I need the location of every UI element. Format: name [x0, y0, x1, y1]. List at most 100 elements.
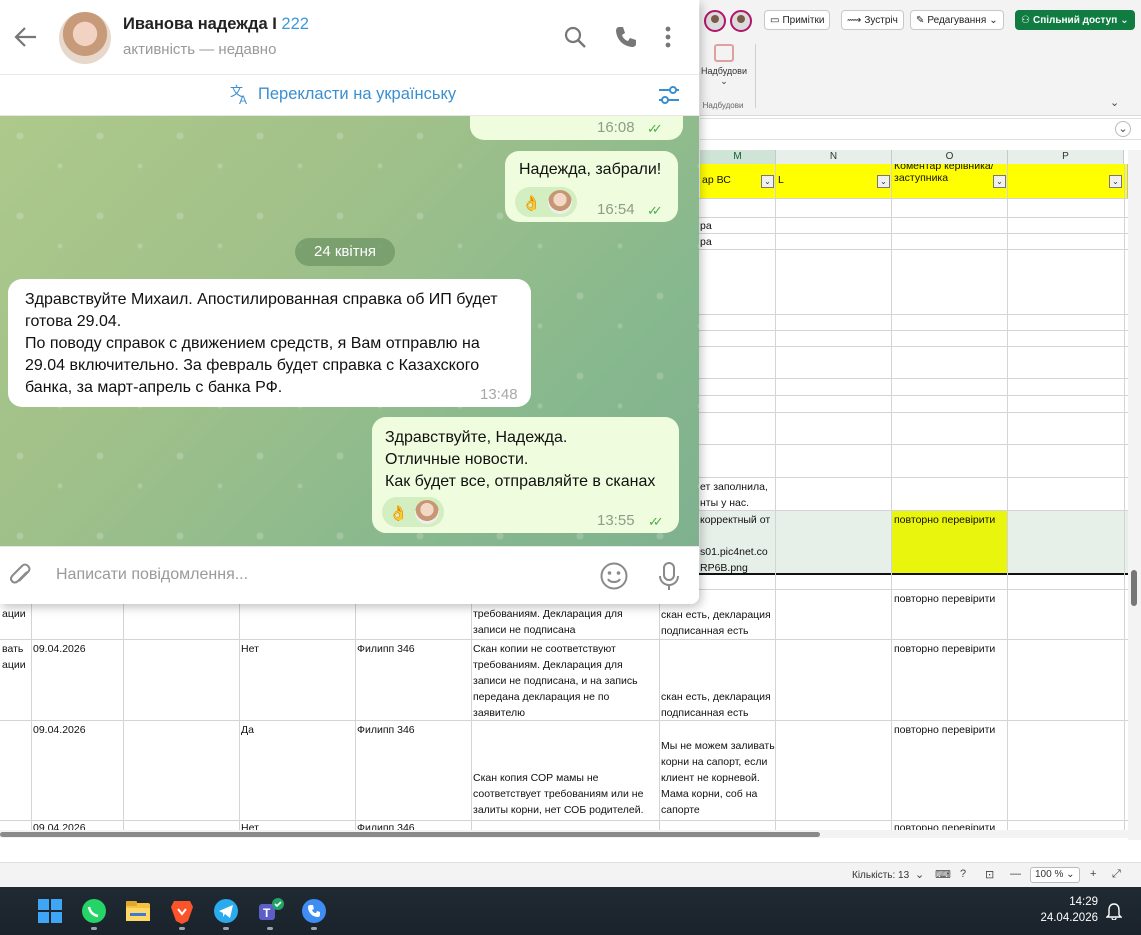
- ribbon-separator: [755, 44, 756, 108]
- whatsapp-icon[interactable]: [80, 897, 108, 925]
- telegram-icon[interactable]: [212, 897, 240, 925]
- chat-header: Иванова надежда I 222 активність — недав…: [0, 0, 699, 74]
- more-options-icon[interactable]: [663, 25, 673, 49]
- scrollbar-thumb[interactable]: [1131, 570, 1137, 606]
- clock-date[interactable]: 24.04.2026: [1040, 912, 1098, 924]
- contact-name[interactable]: Иванова надежда I 222: [123, 15, 309, 34]
- translate-bar: 文A Перекласти на українську: [0, 74, 699, 116]
- meeting-icon: ⟿: [847, 14, 862, 26]
- horizontal-scrollbar[interactable]: [0, 830, 1128, 838]
- cell-text: 09.04.2026: [33, 643, 86, 655]
- filter-dropdown-icon[interactable]: ⌄: [761, 175, 774, 188]
- read-checkmarks-icon: ✓✓: [647, 203, 663, 218]
- back-arrow-icon[interactable]: [14, 26, 38, 48]
- reaction-badge[interactable]: 👌: [382, 497, 444, 527]
- fit-icon[interactable]: ⤢: [1112, 868, 1121, 881]
- clock-time[interactable]: 14:29: [1060, 896, 1098, 908]
- message-bubble-outgoing[interactable]: 👌 16:08 ✓✓: [470, 116, 683, 140]
- chevron-down-icon: ⌄: [989, 14, 998, 26]
- cell-text: 09.04.2026: [33, 724, 86, 736]
- zoom-in-icon[interactable]: +: [1090, 868, 1096, 880]
- running-indicator: [267, 927, 273, 930]
- message-input[interactable]: [56, 559, 576, 591]
- microphone-icon[interactable]: [657, 561, 681, 591]
- emoji-icon[interactable]: [599, 561, 629, 591]
- filter-dropdown-icon[interactable]: ⌄: [877, 175, 890, 188]
- translate-button[interactable]: 文A Перекласти на українську: [230, 83, 456, 105]
- reactor-avatar: [548, 190, 572, 214]
- header-cell-o[interactable]: Коментар керівника/заступника: [892, 164, 1008, 198]
- view-icon[interactable]: ⊡: [985, 868, 994, 881]
- reactor-avatar: [415, 500, 439, 524]
- message-text: Надежда, забрали!: [519, 161, 662, 178]
- cell-text: вать: [2, 643, 24, 655]
- cell-text: Нет: [241, 822, 259, 830]
- addins-icon: [714, 44, 734, 62]
- meeting-button[interactable]: ⟿ Зустріч: [841, 10, 904, 30]
- zoom-select[interactable]: 100 % ⌄: [1030, 867, 1080, 883]
- editing-button[interactable]: ✎ Редагування ⌄: [910, 10, 1004, 30]
- cell-text: ра: [700, 220, 712, 232]
- read-checkmarks-icon: ✓✓: [648, 514, 664, 529]
- chevron-down-icon[interactable]: ⌄: [915, 868, 924, 881]
- message-bubble-outgoing[interactable]: Здравствуйте, Надежда. Отличные новости.…: [372, 417, 679, 533]
- collaborator-avatar[interactable]: [730, 10, 752, 32]
- svg-text:A: A: [239, 93, 247, 105]
- paperclip-icon[interactable]: [8, 563, 34, 589]
- cell-count: Кількість: 13: [852, 870, 910, 881]
- reaction-badge[interactable]: 👌: [515, 187, 577, 217]
- phone-icon[interactable]: [614, 25, 638, 49]
- column-header-n[interactable]: N: [776, 150, 892, 164]
- cell-text: Филипп 346: [357, 724, 415, 736]
- read-checkmarks-icon: ✓✓: [647, 121, 663, 136]
- filter-dropdown-icon[interactable]: ⌄: [1109, 175, 1122, 188]
- zoom-out-icon[interactable]: —: [1010, 868, 1021, 880]
- collaborator-avatar[interactable]: [704, 10, 726, 32]
- cell-text: Мы не можем заливать корни на сапорт, ес…: [661, 740, 775, 816]
- settings-sliders-icon[interactable]: [657, 83, 681, 107]
- windows-taskbar: T 14:29 24.04.2026: [0, 887, 1141, 935]
- cell-text: Филипп 346: [357, 643, 415, 655]
- running-indicator: [179, 927, 185, 930]
- keyboard-icon[interactable]: ⌨: [935, 868, 951, 881]
- contact-avatar[interactable]: [59, 12, 111, 64]
- cell-text: ации: [2, 659, 26, 671]
- cell-text: Нет: [241, 643, 259, 655]
- message-bubble-outgoing[interactable]: Надежда, забрали! 👌 16:54 ✓✓: [505, 151, 678, 222]
- windows-start-icon[interactable]: [36, 897, 64, 925]
- column-header-m[interactable]: M: [700, 150, 776, 164]
- date-divider: 24 квітня: [295, 238, 395, 266]
- formula-bar[interactable]: [700, 118, 1141, 140]
- filter-dropdown-icon[interactable]: ⌄: [993, 175, 1006, 188]
- message-bubble-incoming[interactable]: Здравствуйте Михаил. Апостилированная сп…: [8, 279, 531, 407]
- addins-button[interactable]: Надбудови ⌄: [700, 44, 748, 87]
- formula-expand-icon[interactable]: ⌄: [1115, 121, 1131, 137]
- column-header-o[interactable]: O: [892, 150, 1008, 164]
- file-explorer-icon[interactable]: [124, 897, 152, 925]
- excel-status-bar: Кількість: 13 ⌄ ⌨ ? ⊡ — 100 % ⌄ + ⤢: [0, 862, 1141, 887]
- cell-text: скан есть, декларация подписанная есть: [661, 691, 771, 719]
- svg-text:T: T: [263, 906, 271, 920]
- teams-icon[interactable]: T: [256, 897, 284, 925]
- cell-text: Да: [241, 724, 254, 736]
- cell-text: RP6B.png: [700, 562, 748, 574]
- message-time: 13:48: [480, 386, 518, 403]
- excel-ribbon-top: ▭ Примітки ⟿ Зустріч ✎ Редагування ⌄ ⚇ Спільн…: [700, 0, 1141, 40]
- help-icon[interactable]: ?: [960, 868, 966, 880]
- notes-button[interactable]: ▭ Примітки: [764, 10, 831, 30]
- cell-text: 09.04.2026: [33, 822, 86, 830]
- vertical-scrollbar[interactable]: [1128, 150, 1141, 840]
- cell-text: повторно перевірити: [894, 724, 996, 736]
- scrollbar-thumb[interactable]: [0, 832, 820, 837]
- ribbon-collapse-icon[interactable]: ⌄: [1110, 96, 1119, 109]
- cell-text: Филипп 346: [357, 822, 415, 830]
- notification-bell-icon[interactable]: [1106, 902, 1122, 920]
- header-cell-n[interactable]: L: [776, 164, 892, 198]
- phone-link-icon[interactable]: [300, 897, 328, 925]
- column-header-p[interactable]: P: [1008, 150, 1124, 164]
- share-button[interactable]: ⚇ Спільний доступ ⌄: [1015, 10, 1135, 30]
- people-icon: ⚇: [1021, 14, 1030, 26]
- brave-browser-icon[interactable]: [168, 897, 196, 925]
- search-icon[interactable]: [563, 25, 587, 49]
- message-list[interactable]: 👌 16:08 ✓✓ Надежда, забрали! 👌 16:54 ✓✓ …: [0, 116, 699, 546]
